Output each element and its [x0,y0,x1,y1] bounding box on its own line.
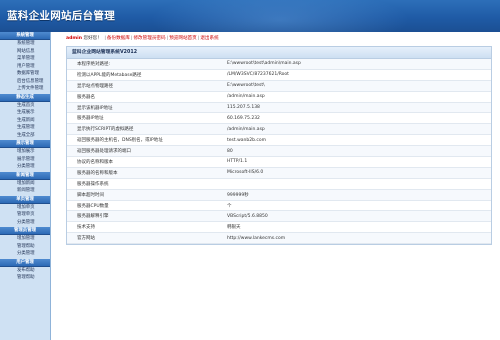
welcome-text: 您好您！ [82,36,104,41]
row-value: E:\wwwroot\test\admin\main.asp [219,59,491,70]
row-value: VBScript/5.6.8850 [219,210,491,223]
table-row: 协议的名称和版本 HTTP/1.1 [67,156,491,168]
sidebar-group-pages[interactable]: 单页管理 [0,195,50,204]
row-key: 协议的名称和版本 [67,156,219,168]
table-row: 服务器CPU数量个 [67,200,491,212]
sidebar-group-showcase[interactable]: 展示管理 [0,140,50,148]
row-value: HTTP/1.1 [219,156,491,168]
sidebar-item-add-showcase[interactable]: 增加展示 [0,148,50,156]
row-key: 脚本超时时间 [67,189,219,201]
sidebar-item-site-info[interactable]: 网站信息 [0,48,50,56]
sidebar-item-showcase-categories[interactable]: 分类管理 [0,163,50,171]
official-site-link[interactable]: http://www.lankecms.com [219,232,491,245]
sidebar-item-manage-help[interactable]: 管理帮助 [0,274,50,282]
row-key: 服务器名 [67,91,219,103]
row-value: /admin/main.asp [219,123,491,136]
row-key: 显示该机器IP地址 [67,102,219,114]
row-value: Microsoft-IIS/6.0 [219,167,491,179]
app-title: 蓝科企业网站后台管理 [7,10,115,22]
row-value: /admin/main.asp [219,91,491,103]
row-key: 服务器解释引擎 [67,210,219,223]
logout-link[interactable]: 退出系统 [200,36,218,41]
table-row: 脚本超时时间 999999秒 [67,189,491,201]
sidebar-item-user-management[interactable]: 用户管理 [0,63,50,71]
row-key: 返回服务器的主机名，DNS别名，或IP地址 [67,134,219,147]
row-key: 返回服务器处理请求的端口 [67,145,219,158]
panel-title: 蓝科企业网站管理系统V2012 [67,47,491,59]
sidebar-item-menu-management[interactable]: 菜单管理 [0,55,50,63]
header-banner: 蓝科企业网站后台管理 [0,0,500,32]
sidebar-group-users[interactable]: 用户管理 [0,258,50,267]
row-value: 韩银天 [219,221,491,234]
row-key: 服务器的名称和版本 [67,167,219,179]
main-content: admin 您好您！ |备份数据库|修改管理员密码|预览网站首页|退出系统 蓝科… [51,32,500,340]
table-row: 检测以APPL能的Metabase路径/LM/W3SVC/87237621/Ro… [67,69,491,81]
table-row: 服务器的名称和版本 Microsoft-IIS/6.0 [67,167,491,179]
sidebar: 系统管理 系统管理 网站信息 菜单管理 用户管理 数据库管理 后台信息管理 上传… [0,32,51,340]
sidebar-item-upload-files[interactable]: 上传文件管理 [0,85,50,93]
row-key: 服务器操作系统 [67,178,219,190]
sidebar-item-generate-news[interactable]: 生成新闻 [0,117,50,125]
top-status-bar: admin 您好您！ |备份数据库|修改管理员密码|预览网站首页|退出系统 [66,34,219,43]
row-value: E:\wwwroot\test\ [219,80,491,92]
system-info-panel: 蓝科企业网站管理系统V2012 本程序绝对路径: E:\wwwroot\test\… [66,46,492,246]
row-value: /LM/W3SVC/87237621/Root [219,69,491,81]
table-row: 返回服务器处理请求的端口 80 [67,145,491,158]
row-key: 本程序绝对路径: [67,59,219,70]
table-row: 返回服务器的主机名，DNS别名，或IP地址 test.wanb2b.com [67,134,491,147]
sidebar-item-add-page[interactable]: 增加单页 [0,204,50,212]
sidebar-item-database-management[interactable]: 数据库管理 [0,70,50,78]
table-row: 显示执行SCRIPT的虚拟路径/admin/main.asp [67,123,491,136]
table-row: 技术支持 韩银天 [67,221,491,234]
table-row: 显示站点物理路径 E:\wwwroot\test\ [67,80,491,92]
sidebar-group-admins[interactable]: 管理员管理 [0,227,50,235]
row-key: 技术支持 [67,221,219,234]
sidebar-item-manage-pages[interactable]: 管理单页 [0,211,50,219]
row-value: 个 [219,200,491,212]
row-key: 显示执行SCRIPT的虚拟路径 [67,123,219,136]
sidebar-item-admin-help[interactable]: 管理帮助 [0,243,50,251]
system-info-table: 本程序绝对路径: E:\wwwroot\test\admin\main.asp 检… [67,59,491,245]
sidebar-group-news[interactable]: 新闻管理 [0,171,50,180]
row-value: test.wanb2b.com [219,134,491,147]
sidebar-item-generate-management[interactable]: 生成管理 [0,124,50,132]
row-key: 官方网站 [67,232,219,245]
table-row: 服务器名/admin/main.asp [67,91,491,103]
preview-homepage-link[interactable]: 预览网站首页 [169,36,197,41]
sidebar-item-page-categories[interactable]: 分类管理 [0,219,50,227]
sidebar-item-generate-all[interactable]: 生成全部 [0,132,50,140]
row-value: 999999秒 [219,189,491,201]
row-value: 60.169.75.232 [219,112,491,125]
sidebar-item-add-news[interactable]: 增加新闻 [0,180,50,188]
table-row: 服务器操作系统 [67,178,491,190]
table-row: 本程序绝对路径: E:\wwwroot\test\admin\main.asp [67,59,491,70]
backup-database-link[interactable]: 备份数据库 [107,36,130,41]
current-user: admin [66,36,83,41]
table-row: 显示该机器IP地址 115.207.5.138 [67,102,491,114]
row-key: 服务器CPU数量 [67,200,219,212]
sidebar-group-static[interactable]: 静态生成 [0,93,50,102]
sidebar-item-publish-help[interactable]: 发布帮助 [0,267,50,275]
sidebar-item-backend-info[interactable]: 后台信息管理 [0,78,50,86]
table-row: 服务器IP地址 60.169.75.232 [67,112,491,125]
row-key: 检测以APPL能的Metabase路径 [67,69,219,81]
row-key: 显示站点物理路径 [67,80,219,92]
sidebar-group-system[interactable]: 系统管理 [0,32,50,40]
row-key: 服务器IP地址 [67,112,219,125]
row-value: 115.207.5.138 [219,102,491,114]
sidebar-item-add-admin[interactable]: 增加管理 [0,235,50,243]
sidebar-item-showcase-management[interactable]: 展示管理 [0,156,50,164]
header-glow [150,0,410,32]
table-row: 官方网站 http://www.lankecms.com [67,232,491,245]
sidebar-item-admin-categories[interactable]: 分类管理 [0,250,50,258]
sidebar-item-news-management[interactable]: 新闻管理 [0,187,50,195]
sidebar-item-generate-home[interactable]: 生成首页 [0,102,50,110]
row-value [219,178,491,190]
sidebar-item-system-management[interactable]: 系统管理 [0,40,50,48]
change-password-link[interactable]: 修改管理员密码 [133,36,165,41]
sidebar-item-generate-showcase[interactable]: 生成展示 [0,109,50,117]
table-row: 服务器解释引擎 VBScript/5.6.8850 [67,210,491,223]
row-value: 80 [219,145,491,158]
